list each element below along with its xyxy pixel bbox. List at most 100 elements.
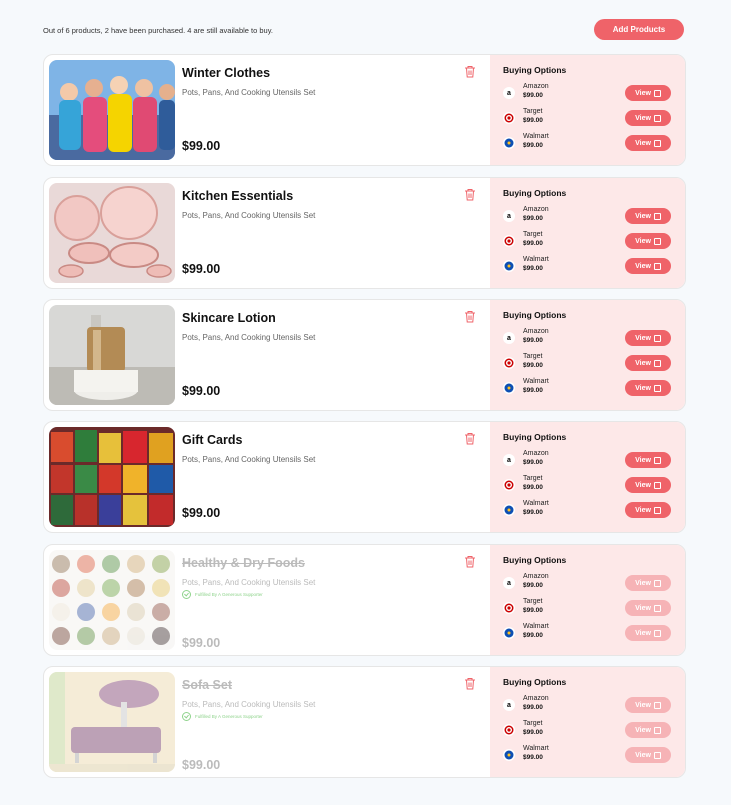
view-button[interactable]: View <box>625 600 671 616</box>
external-link-icon <box>653 139 661 147</box>
store-option-amazon: a Amazon $99.00 View <box>503 328 673 350</box>
product-subtitle: Pots, Pans, And Cooking Utensils Set <box>182 578 316 587</box>
view-button[interactable]: View <box>625 625 671 641</box>
external-link-icon <box>653 481 661 489</box>
store-price: $99.00 <box>523 117 543 124</box>
view-button[interactable]: View <box>625 502 671 518</box>
buying-options-panel: Buying Options a Amazon $99.00 View Targ… <box>490 55 685 165</box>
trash-icon[interactable] <box>464 310 476 323</box>
product-image <box>49 550 175 650</box>
product-price: $99.00 <box>182 139 221 153</box>
amazon-icon: a <box>503 454 515 466</box>
product-price: $99.00 <box>182 758 221 772</box>
external-link-icon <box>653 212 661 220</box>
view-button[interactable]: View <box>625 722 671 738</box>
store-name: Amazon <box>523 573 549 580</box>
view-button[interactable]: View <box>625 85 671 101</box>
buying-options-heading: Buying Options <box>503 188 567 198</box>
product-price: $99.00 <box>182 262 221 276</box>
target-icon <box>503 235 515 247</box>
store-name: Amazon <box>523 206 549 213</box>
store-price: $99.00 <box>523 265 543 272</box>
store-name: Target <box>523 108 543 115</box>
store-name: Walmart <box>523 500 549 507</box>
buying-options-panel: Buying Options a Amazon $99.00 View Targ… <box>490 422 685 532</box>
external-link-icon <box>653 701 661 709</box>
trash-icon[interactable] <box>464 432 476 445</box>
product-price: $99.00 <box>182 384 221 398</box>
store-name: Target <box>523 353 543 360</box>
add-products-button[interactable]: Add Products <box>594 19 684 40</box>
product-title: Healthy & Dry Foods <box>182 556 305 570</box>
external-link-icon <box>653 334 661 342</box>
buying-options-panel: Buying Options a Amazon $99.00 View Targ… <box>490 545 685 655</box>
trash-icon[interactable] <box>464 555 476 568</box>
view-button[interactable]: View <box>625 747 671 763</box>
view-button[interactable]: View <box>625 477 671 493</box>
walmart-icon <box>503 504 515 516</box>
store-option-walmart: Walmart $99.00 View <box>503 500 673 522</box>
store-option-target: Target $99.00 View <box>503 475 673 497</box>
store-name: Target <box>523 598 543 605</box>
product-title: Winter Clothes <box>182 66 271 80</box>
view-button[interactable]: View <box>625 110 671 126</box>
trash-icon[interactable] <box>464 188 476 201</box>
product-price: $99.00 <box>182 636 221 650</box>
product-image <box>49 427 175 527</box>
store-option-amazon: a Amazon $99.00 View <box>503 573 673 595</box>
trash-icon[interactable] <box>464 677 476 690</box>
buying-options-heading: Buying Options <box>503 677 567 687</box>
view-button[interactable]: View <box>625 452 671 468</box>
buying-options-panel: Buying Options a Amazon $99.00 View Targ… <box>490 300 685 410</box>
product-card: Gift Cards Pots, Pans, And Cooking Utens… <box>43 421 686 533</box>
view-button[interactable]: View <box>625 258 671 274</box>
store-price: $99.00 <box>523 459 543 466</box>
purchase-summary: Out of 6 products, 2 have been purchased… <box>43 26 274 35</box>
store-price: $99.00 <box>523 607 543 614</box>
view-button[interactable]: View <box>625 697 671 713</box>
store-name: Walmart <box>523 256 549 263</box>
store-price: $99.00 <box>523 484 543 491</box>
store-price: $99.00 <box>523 509 543 516</box>
view-button[interactable]: View <box>625 575 671 591</box>
buying-options-heading: Buying Options <box>503 310 567 320</box>
view-button[interactable]: View <box>625 135 671 151</box>
store-name: Amazon <box>523 695 549 702</box>
amazon-icon: a <box>503 210 515 222</box>
store-option-amazon: a Amazon $99.00 View <box>503 695 673 717</box>
store-option-walmart: Walmart $99.00 View <box>503 378 673 400</box>
store-name: Walmart <box>523 378 549 385</box>
store-name: Walmart <box>523 745 549 752</box>
store-option-walmart: Walmart $99.00 View <box>503 745 673 767</box>
check-circle-icon <box>182 712 191 721</box>
view-button[interactable]: View <box>625 380 671 396</box>
target-icon <box>503 724 515 736</box>
store-price: $99.00 <box>523 92 543 99</box>
view-button[interactable]: View <box>625 233 671 249</box>
store-price: $99.00 <box>523 362 543 369</box>
store-option-target: Target $99.00 View <box>503 108 673 130</box>
store-price: $99.00 <box>523 704 543 711</box>
trash-icon[interactable] <box>464 65 476 78</box>
view-button[interactable]: View <box>625 208 671 224</box>
product-price: $99.00 <box>182 506 221 520</box>
product-title: Kitchen Essentials <box>182 189 294 203</box>
walmart-icon <box>503 749 515 761</box>
store-price: $99.00 <box>523 754 543 761</box>
buying-options-panel: Buying Options a Amazon $99.00 View Targ… <box>490 667 685 777</box>
target-icon <box>503 479 515 491</box>
product-image <box>49 672 175 772</box>
store-name: Amazon <box>523 450 549 457</box>
header-bar: Out of 6 products, 2 have been purchased… <box>43 19 684 41</box>
external-link-icon <box>653 384 661 392</box>
store-option-target: Target $99.00 View <box>503 598 673 620</box>
view-button[interactable]: View <box>625 355 671 371</box>
external-link-icon <box>653 604 661 612</box>
store-name: Amazon <box>523 83 549 90</box>
amazon-icon: a <box>503 699 515 711</box>
view-button[interactable]: View <box>625 330 671 346</box>
store-option-amazon: a Amazon $99.00 View <box>503 83 673 105</box>
buying-options-heading: Buying Options <box>503 65 567 75</box>
target-icon <box>503 602 515 614</box>
product-card: Kitchen Essentials Pots, Pans, And Cooki… <box>43 177 686 289</box>
